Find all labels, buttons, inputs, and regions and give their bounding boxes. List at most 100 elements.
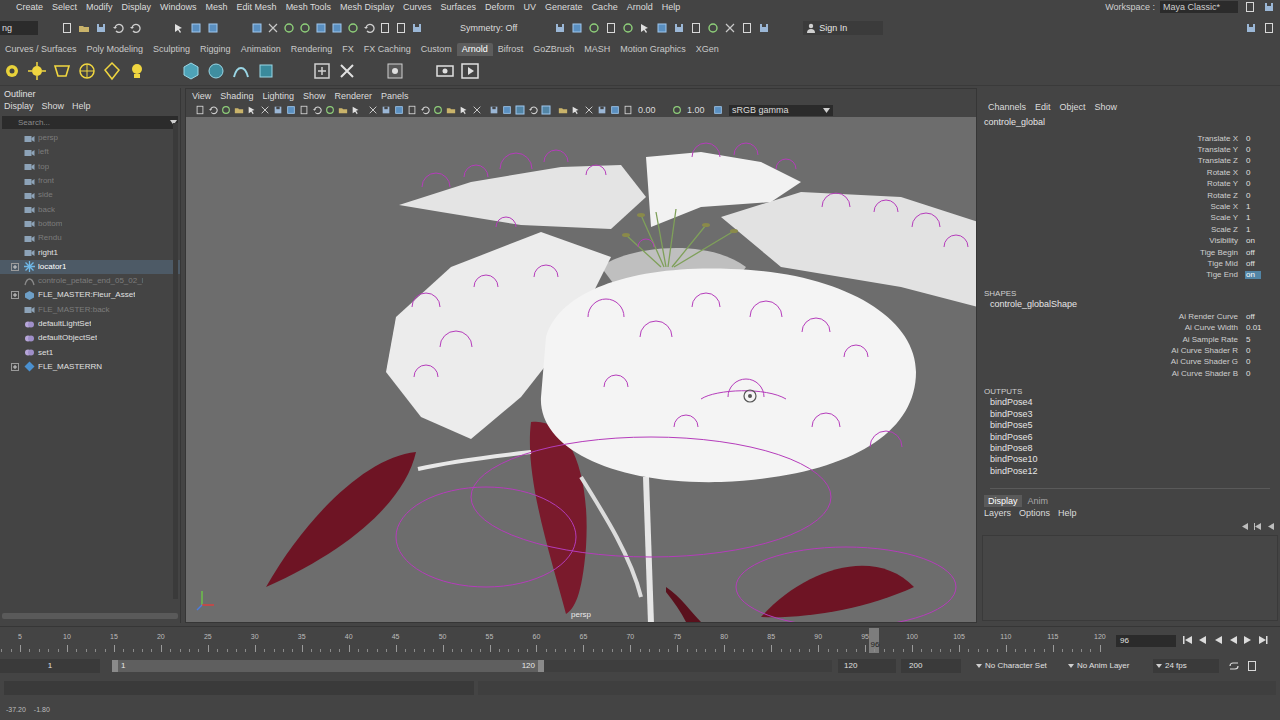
channel-row[interactable]: Tige Endon: [980, 270, 1280, 281]
shelf-tab[interactable]: Rigging: [195, 43, 236, 56]
select-hierarchy-icon[interactable]: [172, 21, 186, 35]
exposure-icon[interactable]: [622, 104, 634, 116]
mode-dropdown[interactable]: ng: [0, 21, 38, 35]
loop-icon[interactable]: [1227, 659, 1241, 673]
expand-toggle[interactable]: [10, 290, 20, 300]
channel-row[interactable]: Visibilityon: [980, 236, 1280, 247]
channel-box-icon[interactable]: [1262, 21, 1276, 35]
menu-item[interactable]: Help: [660, 3, 683, 12]
outliner-item[interactable]: FLE_MASTERRN: [0, 360, 180, 374]
character-set-dropdown[interactable]: No Character Set: [975, 659, 1061, 673]
channel-value[interactable]: 0.01: [1245, 324, 1261, 332]
workspace-settings-icon[interactable]: [1243, 0, 1257, 14]
menu-item[interactable]: Windows: [158, 3, 199, 12]
current-frame-field[interactable]: 96: [1116, 635, 1176, 647]
time-slider[interactable]: 9651015202530354045505560657075808590951…: [0, 626, 1280, 654]
outliner-item[interactable]: FLE_MASTER:Fleur_Asset: [0, 288, 180, 302]
xray-icon[interactable]: [514, 104, 526, 116]
new-layer-icon[interactable]: [1266, 521, 1276, 531]
menu-item[interactable]: Cache: [590, 3, 620, 12]
channel-value[interactable]: 0: [1245, 192, 1261, 200]
channel-row[interactable]: Translate X0: [980, 133, 1280, 144]
gamma-icon[interactable]: [671, 104, 683, 116]
grid-icon[interactable]: [272, 104, 284, 116]
curve-collector-icon[interactable]: [231, 61, 251, 81]
outliner-item[interactable]: left: [0, 145, 180, 159]
layer-menu-item[interactable]: Options: [1019, 509, 1050, 518]
channel-value[interactable]: 0: [1245, 135, 1261, 143]
mesh-light-icon[interactable]: [77, 61, 97, 81]
menu-item[interactable]: Edit Mesh: [235, 3, 279, 12]
shelf-tab[interactable]: Animation: [236, 43, 286, 56]
anim-layer-dropdown[interactable]: No Anim Layer: [1067, 659, 1147, 673]
save-scene-icon[interactable]: [94, 21, 108, 35]
light-portal-icon[interactable]: [127, 61, 147, 81]
channel-row[interactable]: Translate Y0: [980, 144, 1280, 155]
menu-item[interactable]: Display: [120, 3, 154, 12]
antialias-icon[interactable]: [488, 104, 500, 116]
isolate-icon[interactable]: [501, 104, 513, 116]
shelf-tab[interactable]: FX: [337, 43, 359, 56]
play-forwards-icon[interactable]: [1242, 634, 1254, 646]
channel-value[interactable]: 1: [1245, 226, 1261, 234]
channel-value[interactable]: off: [1245, 260, 1261, 268]
snap-point-icon[interactable]: [298, 21, 312, 35]
viewport-menu-item[interactable]: Renderer: [334, 92, 372, 101]
channel-box-menu-item[interactable]: Edit: [1035, 103, 1051, 112]
flush-cache-icon[interactable]: [312, 61, 332, 81]
outliner-menu-item[interactable]: Display: [4, 102, 34, 111]
channel-row[interactable]: Translate Z0: [980, 156, 1280, 167]
construction-icon[interactable]: [410, 21, 424, 35]
channel-row[interactable]: Ai Curve Width0.01: [980, 322, 1280, 333]
shelf-tab[interactable]: GoZBrush: [528, 43, 579, 56]
smooth-shade-icon[interactable]: [380, 104, 392, 116]
move-layer-up-icon[interactable]: [1240, 521, 1250, 531]
layer-editor-tab[interactable]: Anim: [1024, 495, 1053, 507]
channel-row[interactable]: Rotate X0: [980, 167, 1280, 178]
modeling-toolkit-icon[interactable]: [655, 21, 669, 35]
shelf-tab[interactable]: Custom: [416, 43, 457, 56]
viewport-menu-item[interactable]: Panels: [381, 92, 409, 101]
snap-live-icon[interactable]: [330, 21, 344, 35]
input-icon[interactable]: [378, 21, 392, 35]
motion-blur-icon[interactable]: [471, 104, 483, 116]
step-back-icon[interactable]: [1212, 634, 1224, 646]
menu-item[interactable]: Mesh: [204, 3, 230, 12]
snap-surface-icon[interactable]: [314, 21, 328, 35]
gate-mask-icon[interactable]: [311, 104, 323, 116]
outliner-item[interactable]: bottom: [0, 217, 180, 231]
viewport-canvas[interactable]: persp: [186, 117, 976, 622]
output-row[interactable]: bindPose8: [990, 444, 1280, 455]
select-component-icon[interactable]: [206, 21, 220, 35]
arnold-render-icon[interactable]: [2, 61, 22, 81]
channel-row[interactable]: Ai Curve Shader G0: [980, 357, 1280, 368]
render-view-icon[interactable]: [435, 61, 455, 81]
snap-curve-icon[interactable]: [282, 21, 296, 35]
resolution-gate-icon[interactable]: [298, 104, 310, 116]
xray-joints-icon[interactable]: [527, 104, 539, 116]
shelf-tab[interactable]: Arnold: [457, 43, 493, 56]
expand-toggle[interactable]: [10, 262, 20, 272]
channel-value[interactable]: on: [1245, 271, 1261, 279]
outliner-item[interactable]: set1: [0, 345, 180, 359]
shadows-icon[interactable]: [445, 104, 457, 116]
user-icon[interactable]: [806, 23, 816, 33]
outliner-item[interactable]: defaultObjectSet: [0, 331, 180, 345]
layout-icon[interactable]: [1262, 0, 1276, 14]
outliner-item[interactable]: persp: [0, 131, 180, 145]
menu-item[interactable]: Arnold: [625, 3, 655, 12]
outliner-item[interactable]: right1: [0, 245, 180, 259]
channel-value[interactable]: 0: [1245, 180, 1261, 188]
outliner-item[interactable]: locator1: [0, 260, 180, 274]
hypershade-icon[interactable]: [621, 21, 635, 35]
channel-row[interactable]: Scale X1: [980, 201, 1280, 212]
channel-value[interactable]: 0: [1245, 370, 1261, 378]
material-icon[interactable]: [337, 61, 357, 81]
channel-box-menu-item[interactable]: Show: [1095, 103, 1118, 112]
output-row[interactable]: bindPose6: [990, 433, 1280, 444]
channel-value[interactable]: 5: [1245, 336, 1261, 344]
channel-row[interactable]: Tige Midoff: [980, 258, 1280, 269]
field-chart-icon[interactable]: [324, 104, 336, 116]
channel-value[interactable]: off: [1245, 249, 1261, 257]
camera-icon[interactable]: [689, 21, 703, 35]
